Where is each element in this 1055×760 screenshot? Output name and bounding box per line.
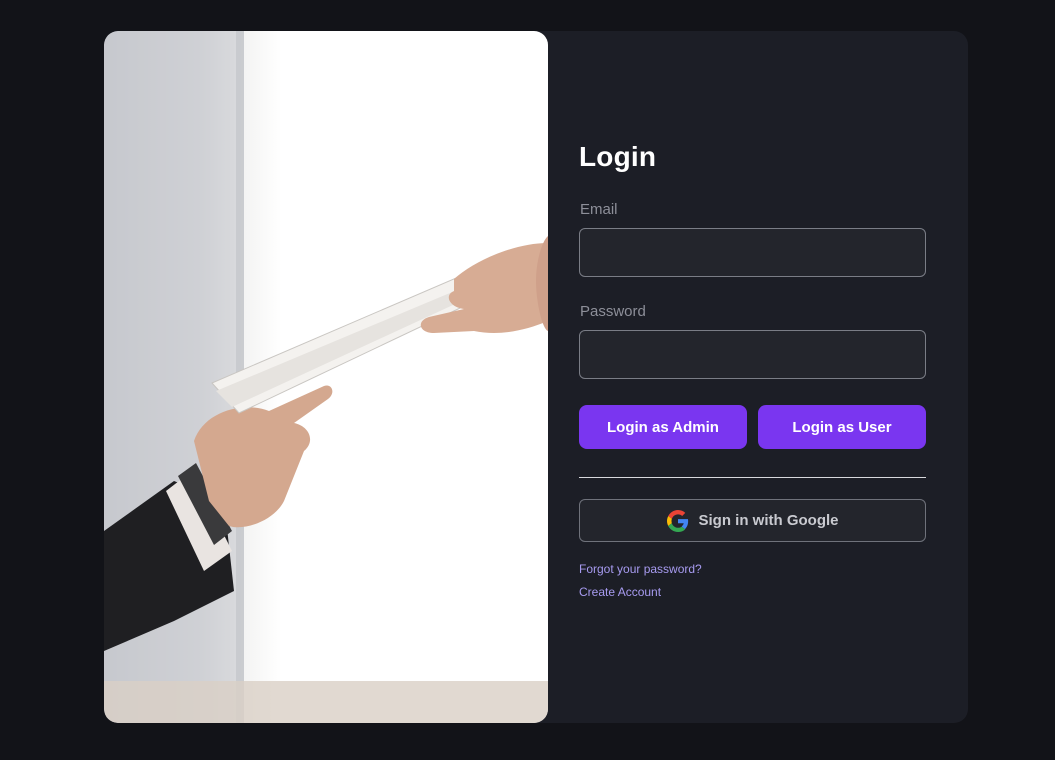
google-logo-icon [666,509,689,532]
divider [579,477,926,478]
google-button-label: Sign in with Google [698,512,839,529]
login-as-user-button[interactable]: Login as User [758,405,926,449]
document-handoff-illustration [104,31,548,723]
login-card: Login Email Password Login as Admin Logi… [104,31,968,723]
hero-photo [104,31,548,723]
login-as-admin-button[interactable]: Login as Admin [579,405,747,449]
email-field[interactable] [579,228,926,277]
login-form: Login Email Password Login as Admin Logi… [579,31,926,723]
email-label: Email [580,201,618,218]
create-account-link[interactable]: Create Account [579,585,661,599]
page-title: Login [579,141,657,172]
password-field[interactable] [579,330,926,379]
password-label: Password [580,303,646,320]
forgot-password-link[interactable]: Forgot your password? [579,562,702,576]
sign-in-with-google-button[interactable]: Sign in with Google [579,499,926,542]
